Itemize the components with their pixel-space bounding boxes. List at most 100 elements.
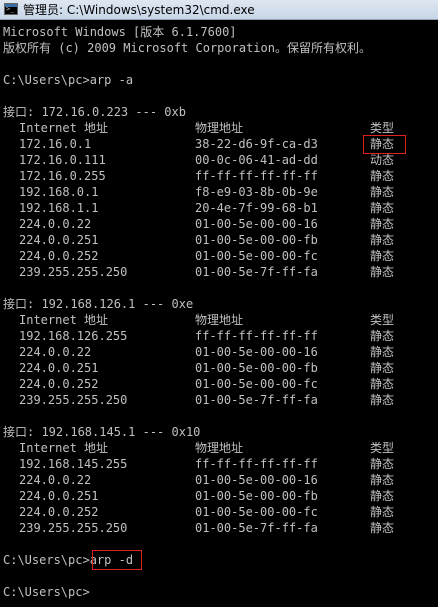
arp-mac-address: f8-e9-03-8b-0b-9e [195,185,318,199]
arp-entry-type: 静态 [370,377,395,391]
arp-entry-type: 静态 [370,201,395,215]
arp-entry-type: 静态 [370,329,395,343]
arp-mac-address: 01-00-5e-00-00-16 [195,473,318,487]
interface-header: 接口: 172.16.0.223 --- 0xb [3,105,186,119]
arp-ip-address: 224.0.0.252 [19,249,99,263]
interface-header: 接口: 192.168.145.1 --- 0x10 [3,425,201,439]
arp-table-row: 192.168.1.1 20-4e-7f-99-68-b1 静态 [3,200,435,216]
arp-ip-address: 172.16.0.1 [19,137,92,151]
arp-entry-type: 静态 [370,185,395,199]
arp-entry-type: 静态 [370,521,395,535]
arp-table-row: 192.168.145.255 ff-ff-ff-ff-ff-ff 静态 [3,456,435,472]
arp-table-row: 172.16.0.111 00-0c-06-41-ad-dd 动态 [3,152,435,168]
column-header-type: 类型 [370,441,395,455]
arp-ip-address: 224.0.0.252 [19,377,99,391]
column-header-ip: Internet 地址 [19,313,109,327]
arp-mac-address: 01-00-5e-00-00-fc [195,505,318,519]
column-headers: Internet 地址 物理地址 类型 [3,312,435,328]
column-header-type: 类型 [370,313,395,327]
arp-ip-address: 192.168.145.255 [19,457,128,471]
arp-entry-type: 静态 [370,361,395,375]
cmd-window: 管理员: C:\Windows\system32\cmd.exe Microso… [0,0,438,607]
column-header-ip: Internet 地址 [19,441,109,455]
arp-mac-address: 00-0c-06-41-ad-dd [195,153,318,167]
arp-table-row: 224.0.0.22 01-00-5e-00-00-16 静态 [3,472,435,488]
arp-table-row: 224.0.0.252 01-00-5e-00-00-fc 静态 [3,248,435,264]
arp-mac-address: 01-00-5e-00-00-fb [195,361,318,375]
arp-ip-address: 192.168.0.1 [19,185,99,199]
arp-mac-address: 01-00-5e-7f-ff-fa [195,393,318,407]
arp-table-row: 224.0.0.22 01-00-5e-00-00-16 静态 [3,344,435,360]
cmd-window-icon [4,3,18,15]
highlight-box-arp-d [92,550,142,570]
title-bar[interactable]: 管理员: C:\Windows\system32\cmd.exe [0,0,438,20]
arp-table-row: 192.168.0.1 f8-e9-03-8b-0b-9e 静态 [3,184,435,200]
arp-ip-address: 239.255.255.250 [19,393,128,407]
arp-entry-type: 静态 [370,393,395,407]
arp-entry-type: 动态 [370,153,395,167]
arp-entry-type: 静态 [370,265,395,279]
arp-ip-address: 224.0.0.251 [19,361,99,375]
arp-ip-address: 239.255.255.250 [19,265,128,279]
arp-ip-address: 224.0.0.251 [19,489,99,503]
arp-mac-address: 01-00-5e-00-00-fb [195,233,318,247]
arp-mac-address: 01-00-5e-7f-ff-fa [195,521,318,535]
arp-table-row: 172.16.0.255 ff-ff-ff-ff-ff-ff 静态 [3,168,435,184]
window-title: 管理员: C:\Windows\system32\cmd.exe [23,3,255,17]
arp-table-row: 224.0.0.251 01-00-5e-00-00-fb 静态 [3,360,435,376]
column-header-ip: Internet 地址 [19,121,109,135]
arp-entry-type: 静态 [370,489,395,503]
arp-mac-address: 01-00-5e-00-00-fb [195,489,318,503]
arp-mac-address: ff-ff-ff-ff-ff-ff [195,169,318,183]
version-line: Microsoft Windows [版本 6.1.7600] [3,25,237,39]
column-headers: Internet 地址 物理地址 类型 [3,120,435,136]
arp-ip-address: 192.168.1.1 [19,201,99,215]
arp-entry-type: 静态 [370,169,395,183]
arp-table-row: 224.0.0.252 01-00-5e-00-00-fc 静态 [3,376,435,392]
column-header-mac: 物理地址 [195,441,244,455]
arp-mac-address: 01-00-5e-00-00-fc [195,377,318,391]
arp-mac-address: 01-00-5e-00-00-16 [195,345,318,359]
arp-table-row: 224.0.0.251 01-00-5e-00-00-fb 静态 [3,232,435,248]
arp-ip-address: 224.0.0.251 [19,233,99,247]
prompt: C:\Users\pc> [3,553,90,567]
final-prompt-line: C:\Users\pc> [3,585,90,599]
arp-entry-type: 静态 [370,233,395,247]
arp-ip-address: 224.0.0.22 [19,217,92,231]
arp-mac-address: ff-ff-ff-ff-ff-ff [195,329,318,343]
console-output[interactable]: Microsoft Windows [版本 6.1.7600] 版权所有 (c)… [3,24,435,604]
copyright-line: 版权所有 (c) 2009 Microsoft Corporation。保留所有… [3,41,371,55]
arp-table-row: 239.255.255.250 01-00-5e-7f-ff-fa 静态 [3,520,435,536]
arp-ip-address: 172.16.0.255 [19,169,106,183]
arp-ip-address: 224.0.0.252 [19,505,99,519]
command-line-arp-a: C:\Users\pc>arp -a [3,73,134,87]
arp-mac-address: ff-ff-ff-ff-ff-ff [195,457,318,471]
arp-table-row: 224.0.0.251 01-00-5e-00-00-fb 静态 [3,488,435,504]
arp-mac-address: 20-4e-7f-99-68-b1 [195,201,318,215]
arp-table-row: 239.255.255.250 01-00-5e-7f-ff-fa 静态 [3,392,435,408]
arp-mac-address: 01-00-5e-00-00-fc [195,249,318,263]
arp-table-row: 224.0.0.22 01-00-5e-00-00-16 静态 [3,216,435,232]
arp-entry-type: 静态 [370,249,395,263]
column-header-type: 类型 [370,121,395,135]
arp-ip-address: 172.16.0.111 [19,153,106,167]
column-header-mac: 物理地址 [195,121,244,135]
arp-entry-type: 静态 [370,345,395,359]
arp-table-row: 224.0.0.252 01-00-5e-00-00-fc 静态 [3,504,435,520]
arp-ip-address: 224.0.0.22 [19,345,92,359]
arp-entry-type: 静态 [370,505,395,519]
arp-mac-address: 01-00-5e-7f-ff-fa [195,265,318,279]
arp-ip-address: 192.168.126.255 [19,329,128,343]
arp-ip-address: 224.0.0.22 [19,473,92,487]
arp-ip-address: 239.255.255.250 [19,521,128,535]
arp-entry-type: 静态 [370,457,395,471]
arp-table-row: 192.168.126.255 ff-ff-ff-ff-ff-ff 静态 [3,328,435,344]
arp-entry-type: 静态 [370,473,395,487]
arp-mac-address: 01-00-5e-00-00-16 [195,217,318,231]
column-header-mac: 物理地址 [195,313,244,327]
column-headers: Internet 地址 物理地址 类型 [3,440,435,456]
arp-mac-address: 38-22-d6-9f-ca-d3 [195,137,318,151]
arp-table-row: 239.255.255.250 01-00-5e-7f-ff-fa 静态 [3,264,435,280]
highlight-box-static-entry [363,135,406,154]
arp-entry-type: 静态 [370,217,395,231]
